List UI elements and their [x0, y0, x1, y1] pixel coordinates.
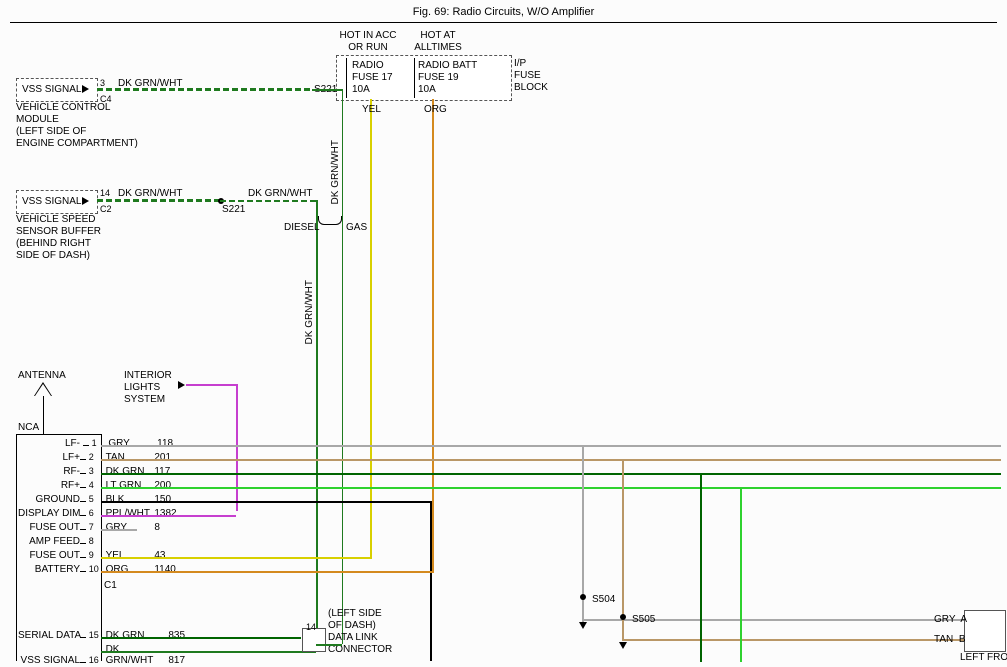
wire-dispdim	[101, 515, 236, 517]
vcm-pin: 3	[100, 78, 105, 88]
antenna-inner	[35, 384, 51, 396]
wire-s221h	[312, 89, 342, 91]
diagram-top-border	[10, 22, 997, 23]
wire-yel-join	[370, 547, 372, 559]
wire-vss-bottom	[101, 651, 316, 653]
wire-lf-plus	[101, 459, 1001, 461]
vssb-arrow-icon	[82, 197, 89, 205]
fuse1-symbol	[346, 58, 347, 98]
bottom-rows: SERIAL DATA 15 DK GRN 835 VSS SIGNAL 16 …	[18, 630, 198, 658]
vssb-conn: C2	[100, 204, 112, 214]
vcm-arrow-icon	[82, 85, 89, 93]
wire-ground-down	[430, 501, 432, 661]
vssb-pin: 14	[100, 188, 110, 198]
vssb-desc: VEHICLE SPEED SENSOR BUFFER (BEHIND RIGH…	[16, 214, 101, 262]
antenna-lead	[43, 396, 44, 434]
vssb-color2: DK GRN/WHT	[248, 188, 312, 200]
vlabel2: DK GRN/WHT	[304, 280, 316, 344]
vcm-signal: VSS SIGNAL	[22, 84, 81, 96]
wire-ppl-stub	[186, 384, 236, 386]
wire-serial	[101, 637, 301, 639]
fuse-header1: HOT IN ACC OR RUN	[338, 30, 398, 54]
wire-fuseout9	[101, 557, 371, 559]
splice-s221-2: S221	[222, 204, 245, 216]
antenna-label: ANTENNA	[18, 370, 66, 382]
interior-arrow-icon	[178, 381, 185, 389]
arrow-s504	[579, 622, 587, 629]
wire-rf-minus	[101, 473, 1001, 475]
wire-tan-down	[622, 459, 624, 639]
antenna-nca: NCA	[18, 422, 39, 434]
fuse1-label: RADIO FUSE 17 10A	[352, 60, 393, 96]
vlabel1: DK GRN/WHT	[330, 140, 342, 204]
wire-lf-minus	[101, 445, 1001, 447]
wire-org-join	[432, 562, 434, 573]
wire-ltgrn-down	[740, 487, 742, 662]
pin-name: LF-	[18, 438, 80, 450]
pin-color: GRY	[108, 438, 154, 449]
yel-label: YEL	[362, 104, 381, 116]
vssb-signal: VSS SIGNAL	[22, 196, 81, 208]
dlc-pin: 14	[306, 622, 316, 632]
wire-rf-plus	[101, 487, 1001, 489]
conn-c1: C1	[104, 580, 117, 592]
splice-s505: S505	[632, 614, 655, 626]
wire-s221-2h	[220, 200, 318, 202]
fuse-block-label: I/P FUSE BLOCK	[514, 58, 548, 94]
bracket-icon	[318, 216, 342, 225]
wire-battery	[101, 571, 433, 573]
dlc-desc: (LEFT SIDE OF DASH) DATA LINK CONNECTOR	[328, 608, 392, 656]
right-conn-desc: LEFT FRO	[960, 652, 1007, 664]
wire-dkgrn-down	[700, 473, 702, 662]
diesel-label: DIESEL	[284, 222, 320, 234]
arrow-s505	[619, 642, 627, 649]
splice-s504: S504	[592, 594, 615, 606]
splice-s505-dot	[620, 614, 626, 620]
pin-row: FUSE OUT 7 GRY 8	[18, 522, 418, 536]
right-conn-box	[964, 610, 1006, 652]
fuse-header2: HOT AT ALLTIMES	[410, 30, 466, 54]
wire-vcm-dashed	[97, 88, 312, 91]
join-vss	[316, 644, 342, 646]
splice-s504-dot	[580, 594, 586, 600]
fuse2-label: RADIO BATT FUSE 19 10A	[418, 60, 477, 96]
fuse2-symbol	[414, 58, 415, 98]
vcm-desc: VEHICLE CONTROL MODULE (LEFT SIDE OF ENG…	[16, 102, 138, 150]
right-conn-b: TAN B	[934, 634, 965, 646]
org-label: ORG	[424, 104, 447, 116]
wire-org	[432, 99, 434, 562]
figure-title: Fig. 69: Radio Circuits, W/O Amplifier	[0, 6, 1007, 18]
wire-vssb-s221	[97, 199, 220, 202]
gas-label: GAS	[346, 222, 367, 234]
interior-lights: INTERIOR LIGHTS SYSTEM	[124, 370, 172, 406]
wire-tan-right	[622, 639, 964, 641]
wire-fuseout7	[101, 529, 137, 531]
wire-ground	[101, 501, 431, 503]
pin-wirenum: 118	[157, 438, 187, 449]
right-conn-a: GRY A	[934, 614, 967, 626]
pin-row: AMP FEED 8	[18, 536, 418, 550]
